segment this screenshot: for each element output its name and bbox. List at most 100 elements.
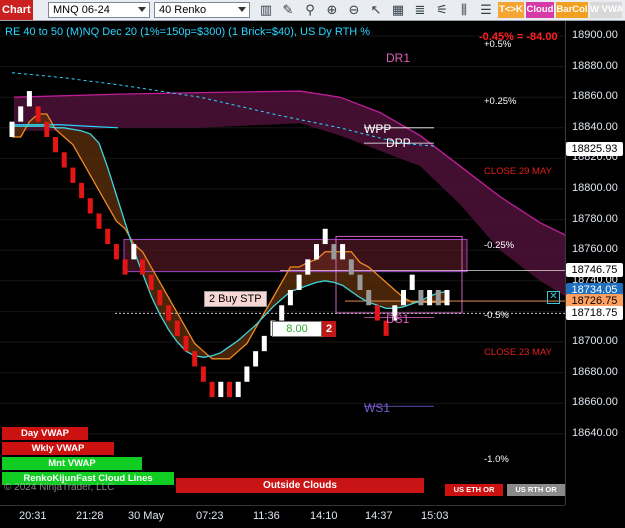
renko-brick	[244, 366, 250, 382]
chevron-down-icon	[138, 7, 146, 12]
renko-brick	[183, 335, 189, 352]
renko-brick	[44, 121, 50, 137]
outside-clouds-button[interactable]: Outside Clouds	[176, 478, 424, 493]
renko-brick	[148, 274, 154, 290]
drawing-tools-icon[interactable]: ↖	[368, 2, 384, 18]
instrument-selector[interactable]: MNQ 06-24	[48, 2, 150, 18]
renko-brick	[53, 136, 58, 153]
price-tick-label: 18840.00	[572, 120, 618, 133]
time-tick-label: 30 May	[128, 510, 165, 522]
renko-brick	[218, 381, 224, 398]
percent-label: +0.5%	[484, 39, 512, 51]
close-order-icon[interactable]: ✕	[547, 291, 560, 304]
time-tick-label: 07:23	[196, 510, 224, 522]
price-tick-label: 18660.00	[572, 396, 618, 409]
align-icon[interactable]: ≣	[412, 2, 428, 18]
renko-brick	[35, 106, 41, 122]
session-button[interactable]: US RTH OR	[507, 484, 565, 496]
vwap-button[interactable]: Day VWAP	[2, 427, 88, 440]
search-icon[interactable]: ⚲	[302, 2, 318, 18]
time-tick-label: 11:36	[253, 510, 280, 522]
renko-brick	[348, 259, 354, 275]
level-label-ws1: WS1	[364, 400, 391, 415]
renko-brick	[366, 289, 372, 306]
chart-tab[interactable]: Chart	[0, 0, 33, 20]
instrument-value: MNQ 06-24	[53, 4, 110, 16]
renko-brick	[9, 121, 15, 137]
renko-brick	[140, 259, 145, 275]
buy-stop-text: 2 Buy STP	[209, 293, 262, 305]
price-tick-label: 18760.00	[572, 243, 618, 256]
renko-brick	[314, 244, 319, 260]
time-tick-label: 14:37	[365, 510, 393, 522]
renko-brick	[122, 259, 128, 275]
percent-label: CLOSE 29 MAY	[484, 166, 552, 178]
renko-brick	[166, 305, 172, 321]
renko-brick	[79, 182, 85, 199]
renko-brick	[435, 289, 441, 306]
renko-brick	[200, 366, 206, 382]
watermark: © 2024 NinjaTrader, LLC	[4, 482, 115, 493]
order-quantity-value: 8.00	[286, 323, 308, 335]
renko-brick	[157, 289, 163, 306]
price-marker: 18718.75	[566, 306, 623, 321]
renko-brick	[227, 381, 232, 398]
time-axis[interactable]: 20:31 21:28 30 May 07:23 11:36 14:10 14:37 15:0…	[0, 505, 565, 528]
sliders-icon[interactable]: ⚟	[434, 2, 450, 18]
vwap-button[interactable]: Wkly VWAP	[2, 442, 114, 455]
outside-clouds-label: Outside Clouds	[263, 480, 337, 491]
time-tick-label: 15:03	[421, 510, 449, 522]
level-label-dpp: DPP	[386, 136, 411, 151]
renko-brick	[418, 289, 424, 306]
bar-type-selector[interactable]: 40 Renko	[154, 2, 250, 18]
renko-brick	[87, 198, 93, 214]
renko-brick	[374, 305, 380, 321]
renko-brick	[444, 289, 450, 306]
plugin-button[interactable]: W VWAP	[590, 2, 622, 18]
plugin-button[interactable]: BarCol	[556, 2, 588, 18]
level-label-wpp: WPP	[364, 122, 392, 137]
time-tick-label: 21:28	[76, 510, 104, 522]
chart-panel[interactable]: RE 40 to 50 (M)NQ Dec 20 (1%=150p=$300) …	[0, 21, 565, 505]
renko-brick	[261, 335, 267, 352]
renko-brick	[357, 274, 363, 290]
plugin-button[interactable]: Cloud	[526, 2, 554, 18]
price-marker: 18746.75	[566, 263, 623, 278]
order-quantity-field[interactable]: 8.00	[272, 321, 322, 337]
price-tick-label: 18680.00	[572, 365, 618, 378]
properties-icon[interactable]: ☰	[478, 2, 494, 18]
renko-brick	[96, 213, 102, 229]
renko-brick	[131, 244, 137, 260]
renko-brick	[105, 228, 111, 245]
renko-brick	[26, 91, 32, 107]
price-tick-label: 18800.00	[572, 182, 618, 194]
zoom-out-icon[interactable]: ⊖	[346, 2, 362, 18]
renko-brick	[113, 244, 119, 260]
session-button[interactable]: US ETH OR	[445, 484, 503, 496]
vwap-button[interactable]: Mnt VWAP	[2, 457, 142, 470]
chart-toolbar: Chart MNQ 06-24 40 Renko ▥ ✎ ⚲ ⊕ ⊖ ↖ ▦ ≣ ⚟ ⫼ ☰ T<>…	[0, 0, 625, 21]
buy-stop-order-label[interactable]: 2 Buy STP	[204, 291, 267, 307]
candles-icon[interactable]: ⫼	[456, 2, 472, 18]
order-count-badge[interactable]: 2	[322, 321, 336, 337]
time-tick-label: 14:10	[310, 510, 338, 522]
renko-brick	[253, 351, 259, 367]
renko-brick	[409, 274, 415, 290]
percent-label: -1.0%	[484, 453, 509, 465]
renko-brick	[70, 167, 76, 183]
bar-chart-icon[interactable]: ▥	[258, 2, 274, 18]
price-tick-label: 18900.00	[572, 29, 618, 41]
zoom-in-icon[interactable]: ⊕	[324, 2, 340, 18]
time-tick-label: 20:31	[19, 510, 47, 522]
bar-type-value: 40 Renko	[159, 4, 207, 16]
plugin-button[interactable]: T<>K	[498, 2, 524, 18]
chart-title: RE 40 to 50 (M)NQ Dec 20 (1%=150p=$300) …	[5, 26, 371, 38]
renko-brick	[427, 289, 433, 306]
renko-brick	[18, 106, 24, 122]
grid-icon[interactable]: ▦	[390, 2, 406, 18]
renko-brick	[401, 289, 406, 306]
pencil-icon[interactable]: ✎	[280, 2, 296, 18]
renko-brick	[305, 259, 311, 275]
price-tick-label: 18880.00	[572, 59, 618, 72]
renko-brick	[340, 244, 346, 260]
